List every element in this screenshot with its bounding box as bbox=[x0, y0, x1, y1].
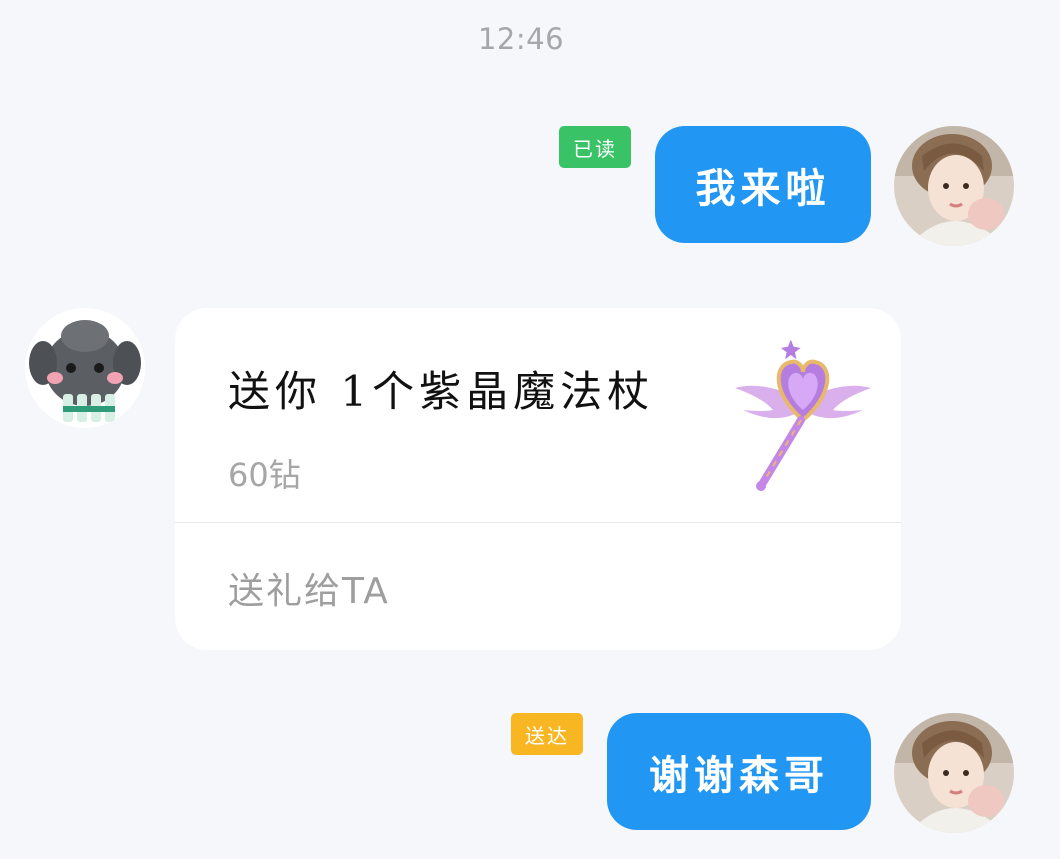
self-avatar[interactable] bbox=[894, 713, 1014, 833]
self-avatar[interactable] bbox=[894, 126, 1014, 246]
message-bubble-outgoing[interactable]: 我来啦 bbox=[655, 126, 871, 243]
gift-message-card[interactable]: 送你 1个紫晶魔法杖 60钻 送礼给TA bbox=[175, 308, 901, 650]
message-timestamp: 12:46 bbox=[477, 22, 565, 56]
card-divider bbox=[175, 522, 901, 523]
gift-title: 送你 1个紫晶魔法杖 bbox=[228, 367, 655, 416]
magic-wand-icon bbox=[733, 339, 873, 492]
read-status-badge: 已读 bbox=[559, 126, 631, 168]
message-text: 我来啦 bbox=[695, 164, 831, 212]
message-bubble-outgoing[interactable]: 谢谢森哥 bbox=[607, 713, 871, 830]
send-gift-back-link[interactable]: 送礼给TA bbox=[228, 562, 390, 614]
delivered-status-badge: 送达 bbox=[511, 713, 583, 755]
gift-price: 60钻 bbox=[228, 456, 301, 494]
message-text: 谢谢森哥 bbox=[649, 751, 829, 799]
contact-avatar[interactable] bbox=[25, 308, 145, 428]
